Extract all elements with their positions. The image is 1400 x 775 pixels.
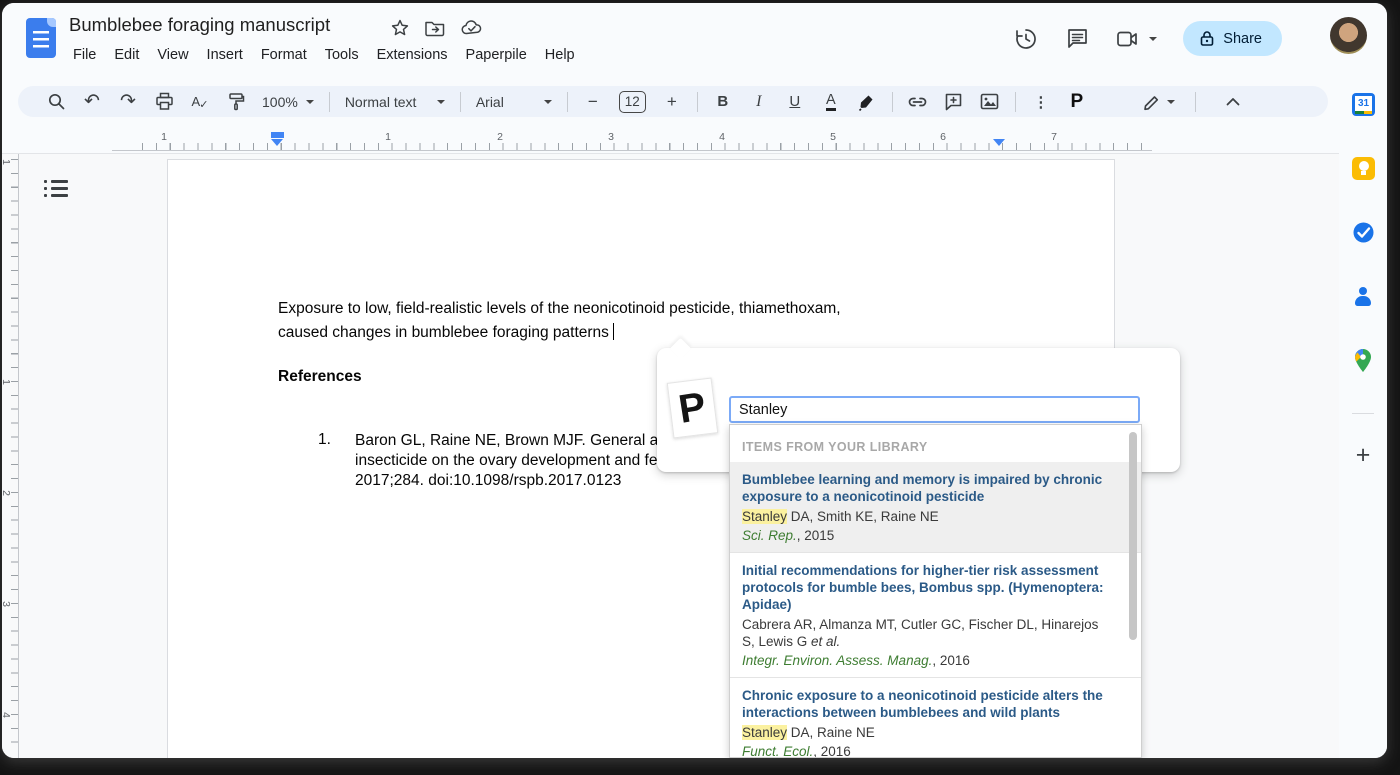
collapse-menus-icon[interactable] bbox=[1221, 90, 1245, 114]
paragraph-line-2: caused changes in bumblebee foraging pat… bbox=[278, 321, 1008, 345]
left-indent-marker[interactable] bbox=[271, 132, 284, 146]
menu-insert[interactable]: Insert bbox=[198, 45, 252, 65]
increase-font-size-button[interactable]: + bbox=[660, 90, 684, 114]
paragraph-text[interactable]: Exposure to low, field-realistic levels … bbox=[278, 297, 1008, 345]
video-camera-icon bbox=[1116, 28, 1142, 50]
editing-mode-arrow[interactable] bbox=[1167, 100, 1175, 104]
text-color-button[interactable]: A bbox=[819, 90, 843, 114]
style-dropdown-arrow[interactable] bbox=[437, 100, 445, 104]
contacts-icon[interactable] bbox=[1352, 286, 1374, 308]
highlight-color-icon[interactable] bbox=[855, 90, 879, 114]
pencil-icon bbox=[1143, 93, 1161, 111]
paint-format-icon[interactable] bbox=[224, 90, 248, 114]
format-toolbar: ↶ ↷ A✓ 100% Normal text Arial − 12 + B I… bbox=[18, 86, 1328, 117]
result-journal: Integr. Environ. Assess. Manag., 2016 bbox=[742, 653, 1107, 668]
references-heading[interactable]: References bbox=[278, 368, 362, 386]
font-size-field[interactable]: 12 bbox=[619, 91, 646, 113]
zoom-select[interactable]: 100% bbox=[262, 94, 298, 110]
add-comment-icon[interactable] bbox=[942, 90, 966, 114]
vertical-ruler[interactable]: 1 1 2 3 4 bbox=[2, 154, 20, 758]
account-avatar[interactable] bbox=[1330, 17, 1367, 54]
lock-icon bbox=[1199, 30, 1215, 47]
meet-call-button[interactable] bbox=[1116, 28, 1157, 50]
menu-help[interactable]: Help bbox=[536, 45, 584, 65]
paragraph-line-1: Exposure to low, field-realistic levels … bbox=[278, 297, 1008, 321]
print-icon[interactable] bbox=[152, 90, 176, 114]
result-title: Chronic exposure to a neonicotinoid pest… bbox=[742, 687, 1107, 721]
docs-logo-fold bbox=[47, 18, 56, 27]
result-title: Bumblebee learning and memory is impaire… bbox=[742, 471, 1107, 505]
add-side-panel-app-button[interactable]: + bbox=[1347, 441, 1379, 470]
menu-paperpile[interactable]: Paperpile bbox=[457, 45, 536, 65]
menu-bar: File Edit View Insert Format Tools Exten… bbox=[64, 45, 584, 65]
google-docs-window: Bumblebee foraging manuscript File Edit … bbox=[2, 3, 1387, 758]
menu-tools[interactable]: Tools bbox=[316, 45, 368, 65]
header-bar: Bumblebee foraging manuscript File Edit … bbox=[2, 3, 1387, 86]
meet-dropdown-arrow[interactable] bbox=[1149, 37, 1157, 41]
text-cursor bbox=[613, 323, 615, 340]
results-section-header: ITEMS FROM YOUR LIBRARY bbox=[730, 425, 1141, 462]
search-menus-icon[interactable] bbox=[44, 90, 68, 114]
reference-list-number: 1. bbox=[318, 431, 331, 449]
star-icon[interactable] bbox=[390, 18, 410, 38]
citation-search-input[interactable] bbox=[729, 396, 1140, 423]
citation-result-1[interactable]: Bumblebee learning and memory is impaire… bbox=[730, 462, 1141, 552]
side-panel-rail: 31 + bbox=[1339, 86, 1387, 758]
calendar-icon[interactable]: 31 bbox=[1352, 93, 1375, 116]
results-scrollbar-thumb[interactable] bbox=[1129, 432, 1137, 640]
menu-extensions[interactable]: Extensions bbox=[368, 45, 457, 65]
cloud-saved-icon[interactable] bbox=[460, 18, 484, 38]
result-authors: Stanley DA, Raine NE bbox=[742, 724, 1107, 741]
maps-icon[interactable] bbox=[1353, 348, 1373, 374]
share-button[interactable]: Share bbox=[1183, 21, 1282, 56]
zoom-dropdown-arrow[interactable] bbox=[306, 100, 314, 104]
menu-file[interactable]: File bbox=[64, 45, 105, 65]
citation-results-panel: ITEMS FROM YOUR LIBRARY Bumblebee learni… bbox=[729, 424, 1142, 758]
italic-button[interactable]: I bbox=[747, 90, 771, 114]
menu-view[interactable]: View bbox=[148, 45, 197, 65]
horizontal-ruler[interactable]: 1 1 2 3 4 5 6 7 bbox=[22, 131, 1339, 153]
undo-button[interactable]: ↶ bbox=[80, 90, 104, 114]
insert-image-icon[interactable] bbox=[978, 90, 1002, 114]
share-label: Share bbox=[1223, 31, 1262, 47]
citation-result-2[interactable]: Initial recommendations for higher-tier … bbox=[730, 552, 1141, 677]
keep-icon[interactable] bbox=[1352, 157, 1375, 180]
result-journal: Sci. Rep., 2015 bbox=[742, 528, 1107, 543]
menu-format[interactable]: Format bbox=[252, 45, 316, 65]
rail-divider bbox=[1352, 413, 1374, 414]
google-docs-logo[interactable] bbox=[26, 18, 56, 58]
highlighted-match: Stanley bbox=[742, 725, 787, 740]
insert-link-icon[interactable] bbox=[906, 90, 930, 114]
font-select[interactable]: Arial bbox=[476, 94, 536, 110]
more-options-button[interactable]: ⋮ bbox=[1029, 90, 1053, 114]
spellcheck-icon[interactable]: A✓ bbox=[188, 90, 212, 114]
move-folder-icon[interactable] bbox=[424, 18, 446, 38]
screenshot-stage: Bumblebee foraging manuscript File Edit … bbox=[0, 0, 1400, 775]
version-history-icon[interactable] bbox=[1013, 26, 1039, 52]
document-title[interactable]: Bumblebee foraging manuscript bbox=[69, 14, 330, 36]
result-authors: Cabrera AR, Almanza MT, Cutler GC, Fisch… bbox=[742, 616, 1107, 650]
paperpile-toolbar-button[interactable]: P bbox=[1065, 90, 1089, 114]
docs-logo-lines bbox=[33, 31, 49, 50]
paperpile-logo: P bbox=[667, 377, 718, 438]
right-indent-marker[interactable] bbox=[993, 139, 1005, 146]
editing-mode-button[interactable] bbox=[1143, 93, 1183, 111]
highlighted-match: Stanley bbox=[742, 509, 787, 524]
paragraph-style-select[interactable]: Normal text bbox=[345, 94, 429, 110]
menu-edit[interactable]: Edit bbox=[105, 45, 148, 65]
result-journal: Funct. Ecol., 2016 bbox=[742, 744, 1107, 758]
underline-button[interactable]: U bbox=[783, 90, 807, 114]
font-dropdown-arrow[interactable] bbox=[544, 100, 552, 104]
bold-button[interactable]: B bbox=[711, 90, 735, 114]
decrease-font-size-button[interactable]: − bbox=[581, 90, 605, 114]
result-authors: Stanley DA, Smith KE, Raine NE bbox=[742, 508, 1107, 525]
citation-result-3[interactable]: Chronic exposure to a neonicotinoid pest… bbox=[730, 677, 1141, 758]
document-outline-icon[interactable] bbox=[44, 180, 70, 204]
comments-icon[interactable] bbox=[1065, 26, 1090, 51]
redo-button[interactable]: ↷ bbox=[116, 90, 140, 114]
tasks-icon[interactable] bbox=[1352, 221, 1375, 244]
result-title: Initial recommendations for higher-tier … bbox=[742, 562, 1107, 613]
